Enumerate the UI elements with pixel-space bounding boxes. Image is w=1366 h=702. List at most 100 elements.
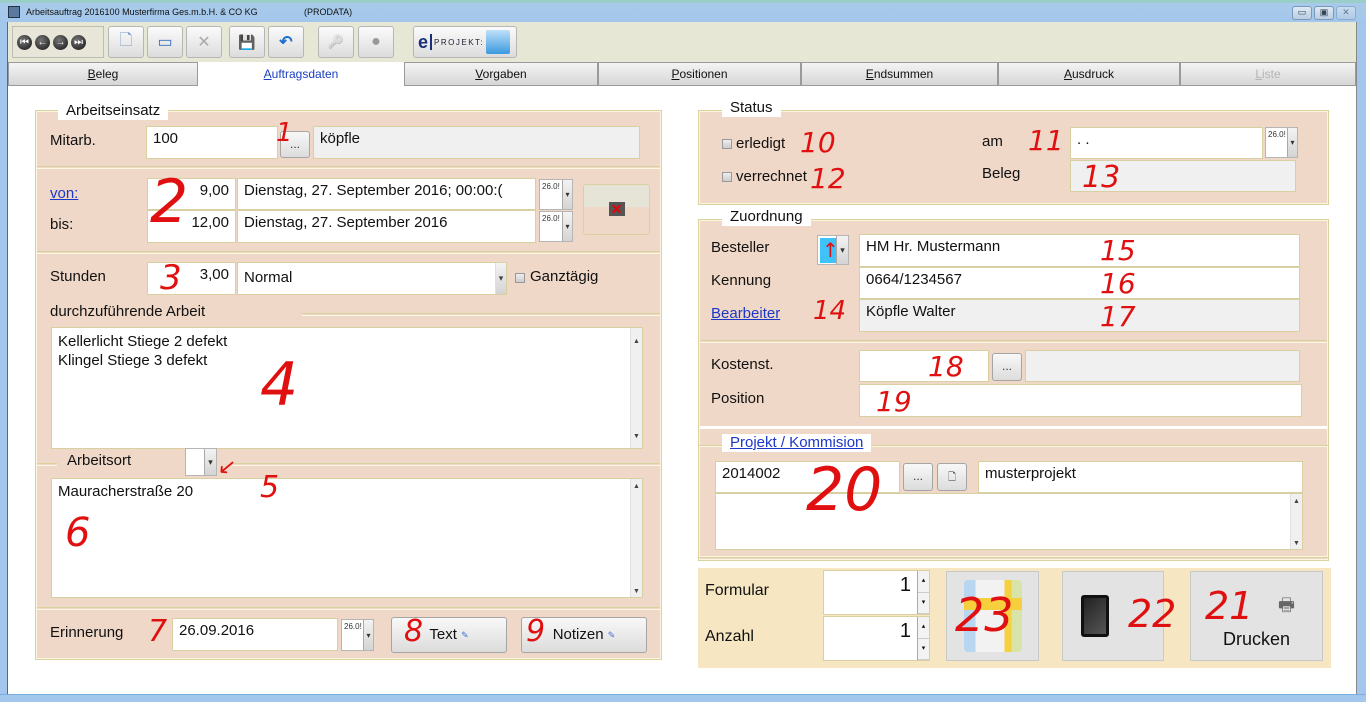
- besteller-color-swatch: [820, 238, 836, 263]
- apple-icon: ●: [371, 33, 381, 50]
- bearbeiter-field: Köpfle Walter: [859, 299, 1300, 332]
- text-button[interactable]: Text ✎: [391, 617, 507, 653]
- bis-time-input[interactable]: 12,00: [147, 210, 236, 243]
- besteller-label: Besteller: [711, 239, 770, 256]
- clear-times-button[interactable]: ✕: [583, 184, 650, 235]
- bis-date-input[interactable]: Dienstag, 27. September 2016: [237, 210, 536, 243]
- arbeitsort-dropdown[interactable]: ▾: [185, 448, 217, 476]
- tab-vorgaben[interactable]: Vorgaben: [404, 62, 598, 86]
- delete-red-x-icon: ✕: [608, 202, 625, 216]
- formular-spinner[interactable]: 1 ▴ ▾: [823, 570, 930, 615]
- projekt-new-button[interactable]: 🗋: [937, 463, 967, 491]
- arbeit-line: Klingel Stiege 3 defekt: [58, 352, 208, 369]
- tab-liste[interactable]: Liste: [1180, 62, 1356, 86]
- drucken-button[interactable]: 🖶 Drucken: [1190, 571, 1323, 661]
- previous-record-icon[interactable]: ←: [35, 34, 50, 50]
- map-button[interactable]: [946, 571, 1039, 661]
- apple-button[interactable]: ●: [358, 26, 394, 58]
- von-link[interactable]: von:: [50, 185, 78, 202]
- erinnerung-input[interactable]: 26.09.2016: [172, 618, 338, 651]
- am-date-input[interactable]: . .: [1070, 127, 1263, 159]
- anzahl-spinner[interactable]: 1 ▴ ▾: [823, 616, 930, 661]
- kostenst-input[interactable]: [859, 350, 989, 382]
- drucken-label: Drucken: [1222, 628, 1291, 649]
- spin-down-icon: ▾: [918, 593, 929, 614]
- divider: [232, 463, 660, 466]
- kostenst-lookup-button[interactable]: ...: [992, 353, 1022, 381]
- edit-window-icon: ▭: [157, 34, 173, 51]
- formular-label: Formular: [705, 582, 770, 599]
- stunden-input[interactable]: 3,00: [147, 262, 236, 295]
- next-record-icon[interactable]: →: [53, 34, 68, 50]
- mitarb-input[interactable]: 100: [146, 126, 278, 159]
- key-button[interactable]: 🔑: [318, 26, 354, 58]
- tab-positionen[interactable]: Positionen: [598, 62, 801, 86]
- divider: [37, 463, 57, 466]
- arbeitseinsatz-legend: Arbeitseinsatz: [58, 102, 169, 120]
- bearbeiter-link[interactable]: Bearbeiter: [711, 305, 780, 322]
- projekt-lookup-button[interactable]: ...: [903, 463, 933, 491]
- spin-down-icon: ▾: [918, 639, 929, 660]
- undo-button[interactable]: ↶: [268, 26, 304, 58]
- projekt-name-input[interactable]: musterprojekt: [978, 461, 1303, 493]
- printer-icon: 🖶: [1278, 594, 1295, 615]
- projekt-number-input[interactable]: 2014002: [715, 461, 900, 493]
- besteller-input[interactable]: HM Hr. Mustermann: [859, 234, 1300, 267]
- von-date-input[interactable]: Dienstag, 27. September 2016; 00:00:(: [237, 178, 536, 210]
- text-button-label: Text: [429, 626, 457, 643]
- arbeit-line: Kellerlicht Stiege 2 defekt: [58, 333, 228, 350]
- arbeitsort-textarea[interactable]: Mauracherstraße 20 ▲ ▼: [51, 478, 643, 598]
- verrechnet-checkbox[interactable]: [722, 172, 732, 182]
- scrollbar[interactable]: ▲ ▼: [630, 328, 642, 448]
- besteller-color-dropdown[interactable]: ▾: [817, 235, 849, 265]
- von-date-picker[interactable]: 26.0! ▾: [539, 179, 573, 210]
- mitarb-lookup-button[interactable]: ...: [280, 131, 310, 158]
- spin-up-icon: ▴: [918, 571, 929, 593]
- chat-icon: [486, 30, 511, 54]
- edit-note-icon: ✎: [461, 630, 469, 640]
- edit-window-button[interactable]: ▭: [147, 26, 183, 58]
- von-time-input[interactable]: 9,00: [147, 178, 236, 210]
- toolbar: ⏮ ← → ⏭ 🗋 ▭ ✕ 💾 ↶ 🔑 ● e PROJEKT:: [8, 22, 1356, 62]
- erinnerung-date-picker[interactable]: 26.0! ▾: [341, 619, 374, 651]
- kennung-input[interactable]: 0664/1234567: [859, 267, 1300, 299]
- status-legend: Status: [722, 99, 781, 117]
- stunden-type-value: Normal: [244, 269, 293, 286]
- erledigt-checkbox[interactable]: [722, 139, 732, 149]
- chevron-down-icon: ▾: [204, 449, 216, 475]
- projekt-notes-textarea[interactable]: [715, 493, 1303, 550]
- position-input[interactable]: [859, 384, 1302, 417]
- beleg-label: Beleg: [982, 165, 1021, 182]
- undo-icon: ↶: [279, 34, 293, 51]
- kostenst-name-field: [1025, 350, 1300, 382]
- new-document-button[interactable]: 🗋: [108, 26, 144, 58]
- spinner-arrows[interactable]: ▴ ▾: [917, 617, 929, 660]
- close-button[interactable]: ✕: [1336, 6, 1356, 20]
- maximize-button[interactable]: ▣: [1314, 6, 1334, 20]
- tab-ausdruck[interactable]: Ausdruck: [998, 62, 1180, 86]
- minimize-button[interactable]: ▭: [1292, 6, 1312, 20]
- ganztaegig-checkbox[interactable]: [515, 273, 525, 283]
- am-date-picker[interactable]: 26.0! ▾: [1265, 127, 1298, 158]
- arbeit-textarea[interactable]: Kellerlicht Stiege 2 defekt Klingel Stie…: [51, 327, 643, 449]
- arbeit-label: durchzuführende Arbeit: [50, 303, 206, 320]
- window-subtitle: (PRODATA): [304, 7, 353, 17]
- divider: [37, 166, 660, 169]
- spinner-arrows[interactable]: ▴ ▾: [917, 571, 929, 614]
- stunden-type-select[interactable]: Normal ▾: [237, 262, 507, 295]
- delete-button[interactable]: ✕: [186, 26, 222, 58]
- bis-date-picker[interactable]: 26.0! ▾: [539, 211, 573, 242]
- last-record-icon[interactable]: ⏭: [71, 34, 86, 50]
- scrollbar[interactable]: ▲ ▼: [1290, 494, 1302, 549]
- tab-auftragsdaten[interactable]: Auftragsdaten: [198, 62, 404, 86]
- tab-beleg[interactable]: Beleg: [8, 62, 198, 86]
- eprojekt-button[interactable]: e PROJEKT:: [413, 26, 517, 58]
- notizen-button[interactable]: Notizen ✎: [521, 617, 647, 653]
- app-icon: [8, 6, 20, 18]
- projekt-link[interactable]: Projekt / Kommision: [722, 434, 872, 452]
- scrollbar[interactable]: ▲ ▼: [630, 479, 642, 597]
- tab-endsummen[interactable]: Endsummen: [801, 62, 998, 86]
- save-button[interactable]: 💾: [229, 26, 265, 58]
- tablet-button[interactable]: [1062, 571, 1164, 661]
- first-record-icon[interactable]: ⏮: [17, 34, 32, 50]
